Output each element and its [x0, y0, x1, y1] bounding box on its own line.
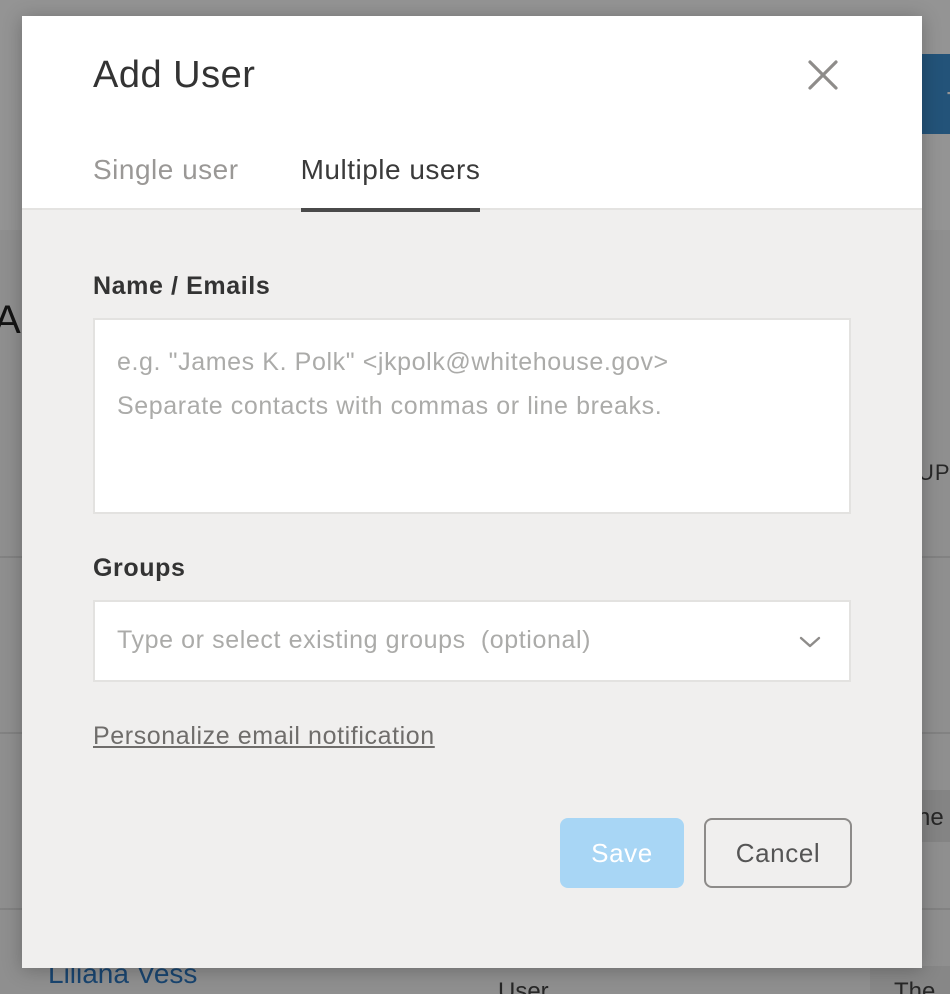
chevron-down-icon[interactable]	[797, 632, 823, 652]
modal-header: Add User Single user Multiple users	[22, 16, 922, 212]
groups-select[interactable]: Type or select existing groups (optional…	[93, 600, 851, 682]
close-icon	[808, 60, 838, 90]
cancel-button[interactable]: Cancel	[704, 818, 852, 888]
tab-single-user[interactable]: Single user	[93, 154, 239, 212]
groups-label: Groups	[93, 554, 186, 582]
emails-textarea[interactable]	[115, 340, 829, 492]
tab-multiple-users[interactable]: Multiple users	[300, 154, 481, 212]
personalize-email-link[interactable]: Personalize email notification	[93, 722, 435, 751]
tab-bar: Single user Multiple users	[93, 154, 542, 212]
save-button[interactable]: Save	[560, 818, 684, 888]
emails-label: Name / Emails	[93, 272, 271, 300]
add-user-modal: Add User Single user Multiple users Name…	[22, 16, 922, 968]
close-button[interactable]	[800, 52, 846, 98]
groups-placeholder: Type or select existing groups (optional…	[117, 626, 592, 654]
modal-title: Add User	[93, 54, 256, 96]
emails-field[interactable]: e.g. "James K. Polk" <jkpolk@whitehouse.…	[93, 318, 851, 514]
